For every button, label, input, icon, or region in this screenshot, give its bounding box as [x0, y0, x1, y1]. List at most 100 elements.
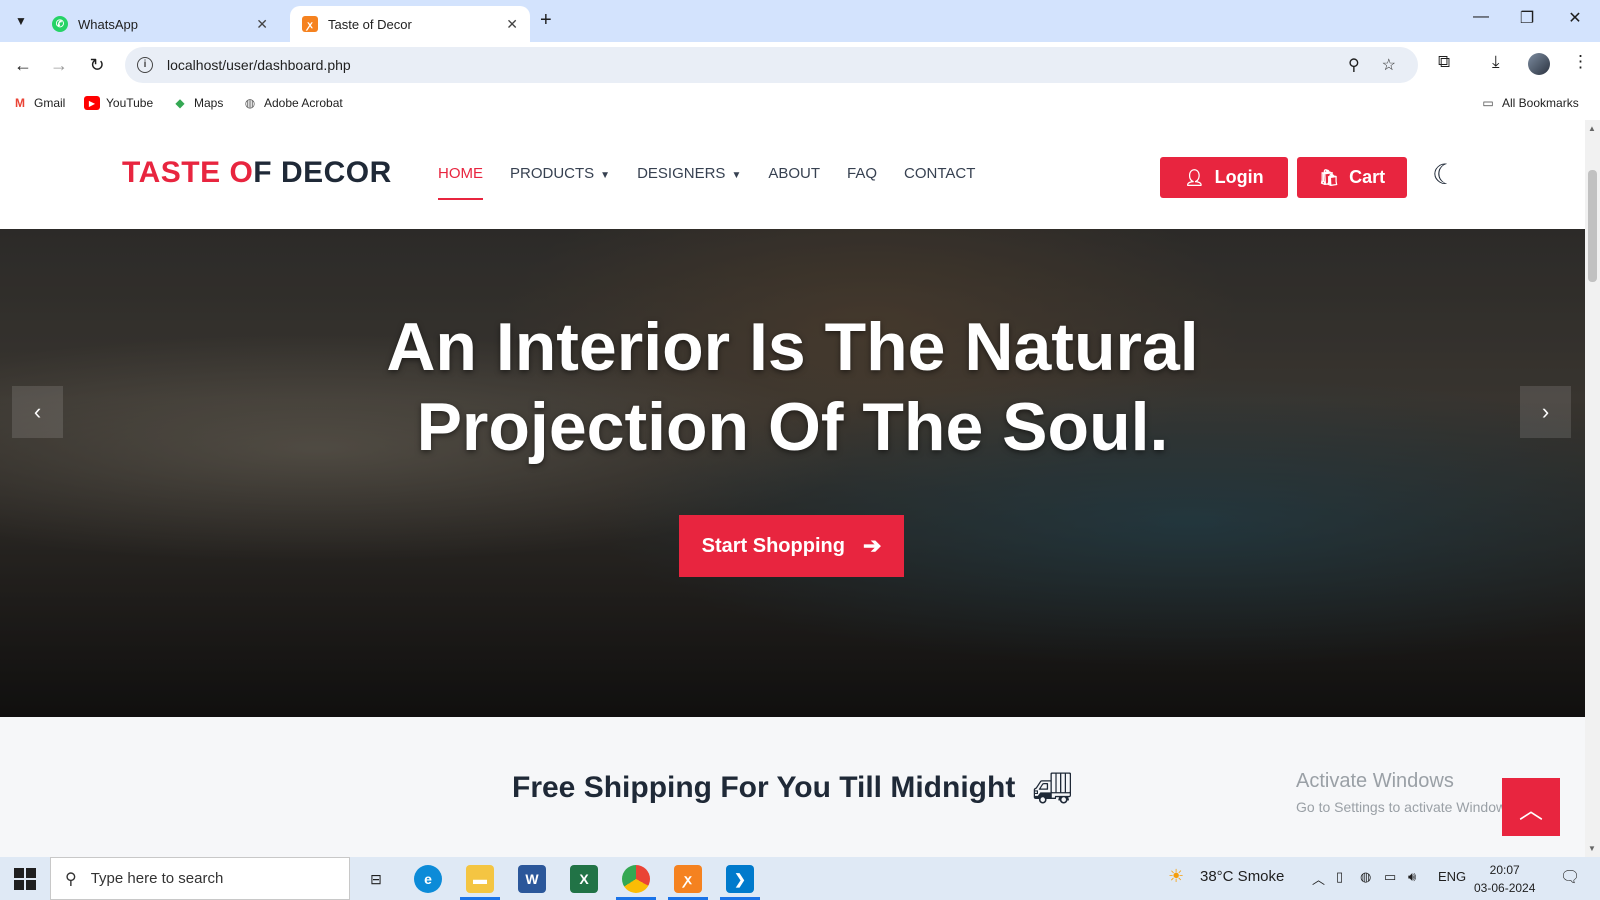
tab-title: WhatsApp	[78, 16, 138, 32]
hero-title-line1: An Interior Is The Natural	[386, 309, 1199, 385]
site-logo[interactable]: TASTE OF DECOR	[122, 156, 392, 190]
site-info-icon[interactable]: i	[137, 57, 153, 73]
excel-icon[interactable]: X	[570, 865, 598, 893]
bookmarks-bar: M Gmail ▶ YouTube ◆ Maps ◍ Adobe Acrobat…	[0, 88, 1600, 120]
scroll-down-icon[interactable]: ▼	[1588, 844, 1596, 853]
activate-windows-watermark: Activate Windows Go to Settings to activ…	[1296, 770, 1517, 815]
new-tab-icon[interactable]: +	[540, 9, 552, 32]
bookmark-label: YouTube	[106, 96, 154, 110]
close-icon[interactable]: ✕	[506, 16, 518, 33]
menu-about[interactable]: ABOUT	[768, 165, 820, 205]
menu-label: FAQ	[847, 165, 878, 182]
bookmark-gmail[interactable]: M Gmail	[12, 96, 65, 110]
forward-icon[interactable]: →	[46, 52, 72, 78]
cart-label: Cart	[1349, 167, 1386, 187]
task-view-icon[interactable]: ⊟	[362, 865, 390, 893]
meet-icon[interactable]: ▯	[1336, 869, 1343, 885]
whatsapp-icon: ✆	[52, 16, 68, 32]
taskbar-search[interactable]: ⚲ Type here to search	[50, 857, 350, 900]
menu-faq[interactable]: FAQ	[847, 165, 877, 205]
login-label: Login	[1214, 167, 1264, 187]
bookmark-label: Gmail	[34, 96, 66, 110]
main-menu: HOME PRODUCTS ▼ DESIGNERS ▼ ABOUT FAQ CONT…	[438, 165, 1002, 205]
battery-icon[interactable]: ▭	[1384, 869, 1396, 885]
language-indicator[interactable]: ENG	[1438, 869, 1466, 884]
windows-start-icon[interactable]	[14, 868, 36, 890]
cart-button[interactable]: 🛍︎ Cart	[1297, 157, 1407, 198]
minimize-icon[interactable]: —	[1458, 8, 1504, 26]
notification-icon[interactable]: 🗨︎	[1560, 867, 1580, 887]
menu-products[interactable]: PRODUCTS ▼	[510, 165, 610, 205]
login-button[interactable]: 👤︎ Login	[1160, 157, 1288, 198]
carousel-prev-button[interactable]: ‹	[12, 386, 63, 438]
bookmark-adobe-acrobat[interactable]: ◍ Adobe Acrobat	[242, 96, 343, 110]
page-viewport: TASTE OF DECOR HOME PRODUCTS ▼ DESIGNERS ▼…	[0, 120, 1585, 857]
bookmark-youtube[interactable]: ▶ YouTube	[84, 96, 153, 110]
restore-icon[interactable]: ❐	[1504, 8, 1550, 28]
menu-home[interactable]: HOME	[438, 165, 483, 205]
bookmark-maps[interactable]: ◆ Maps	[172, 96, 223, 110]
reload-icon[interactable]: ↻	[84, 52, 110, 78]
menu-kebab-icon[interactable]: ⋮	[1572, 52, 1589, 72]
weather-icon[interactable]: ☀	[1168, 866, 1184, 887]
weather-text[interactable]: 38°C Smoke	[1200, 868, 1284, 885]
network-icon[interactable]: ◍	[1360, 869, 1371, 885]
url-text[interactable]: localhost/user/dashboard.php	[167, 57, 1348, 73]
vscode-icon[interactable]: ❯	[726, 865, 754, 893]
clock-date: 03-06-2024	[1474, 881, 1536, 895]
menu-contact[interactable]: CONTACT	[904, 165, 975, 205]
gmail-icon: M	[15, 96, 25, 110]
file-explorer-icon[interactable]: ▬	[466, 865, 494, 893]
carousel-next-button[interactable]: ›	[1520, 386, 1571, 438]
hero-title-line2: Projection Of The Soul.	[416, 389, 1169, 465]
menu-designers[interactable]: DESIGNERS ▼	[637, 165, 741, 205]
site-header: TASTE OF DECOR HOME PRODUCTS ▼ DESIGNERS ▼…	[0, 120, 1585, 229]
download-icon[interactable]: ⤓	[1492, 52, 1500, 72]
back-icon[interactable]: ←	[10, 52, 36, 78]
menu-label: ABOUT	[768, 165, 821, 182]
hero-title: An Interior Is The Natural Projection Of…	[0, 307, 1585, 467]
taskbar-search-placeholder: Type here to search	[90, 870, 224, 887]
start-shopping-button[interactable]: Start Shopping ➔	[679, 515, 904, 577]
tab-title: Taste of Decor	[328, 16, 412, 32]
page-scrollbar[interactable]: ▲ ▼	[1585, 120, 1600, 857]
all-bookmarks[interactable]: ▭ All Bookmarks	[1480, 96, 1579, 110]
bookmark-label: Maps	[194, 96, 224, 110]
free-shipping-heading: Free Shipping For You Till Midnight	[512, 771, 1016, 804]
scroll-up-icon[interactable]: ▲	[1588, 124, 1596, 133]
xampp-icon[interactable]: ꭗ	[674, 865, 702, 893]
address-bar[interactable]: i localhost/user/dashboard.php ⚲ ☆	[125, 47, 1418, 83]
extensions-icon[interactable]: ⧉	[1438, 52, 1450, 72]
windows-taskbar: ⚲ Type here to search ⊟ e ▬ W X ꭗ ❯ ☀ 38…	[0, 857, 1600, 900]
search-icon: ⚲	[65, 870, 77, 888]
shipping-truck-icon: 🚚︎	[1032, 770, 1073, 806]
bookmark-label: Adobe Acrobat	[264, 96, 343, 110]
scrollbar-thumb[interactable]	[1588, 170, 1597, 282]
zoom-icon[interactable]: ⚲	[1348, 55, 1360, 75]
volume-icon[interactable]: 🔊︎	[1408, 869, 1416, 885]
dark-mode-moon-icon[interactable]: ☾	[1432, 158, 1457, 191]
tab-search-icon[interactable]: ▼	[8, 8, 34, 34]
menu-label: PRODUCTS	[510, 165, 595, 182]
chevron-down-icon: ▼	[600, 170, 611, 181]
edge-icon[interactable]: e	[414, 865, 442, 893]
menu-label: CONTACT	[904, 165, 976, 182]
taskbar-clock[interactable]: 20:07 03-06-2024	[1474, 861, 1535, 897]
tab-taste-of-decor[interactable]: ꭗ Taste of Decor ✕	[290, 6, 530, 42]
scroll-to-top-button[interactable]: ︿	[1502, 778, 1560, 836]
maps-icon: ◆	[175, 96, 185, 110]
hero-carousel: An Interior Is The Natural Projection Of…	[0, 229, 1585, 717]
menu-label: DESIGNERS	[637, 165, 726, 182]
profile-avatar[interactable]	[1528, 53, 1550, 75]
browser-toolbar: ← → ↻ i localhost/user/dashboard.php ⚲ ☆…	[0, 42, 1600, 88]
arrow-right-icon: ➔	[862, 533, 882, 558]
all-bookmarks-label: All Bookmarks	[1502, 96, 1579, 110]
close-icon[interactable]: ✕	[256, 16, 268, 33]
window-close-icon[interactable]: ✕	[1552, 8, 1598, 28]
word-icon[interactable]: W	[518, 865, 546, 893]
chevron-up-icon[interactable]: ︿	[1312, 869, 1325, 888]
user-icon: 👤︎	[1184, 169, 1205, 187]
tab-whatsapp[interactable]: ✆ WhatsApp ✕	[40, 6, 280, 42]
chrome-icon[interactable]	[622, 865, 650, 893]
bookmark-star-icon[interactable]: ☆	[1382, 55, 1396, 75]
